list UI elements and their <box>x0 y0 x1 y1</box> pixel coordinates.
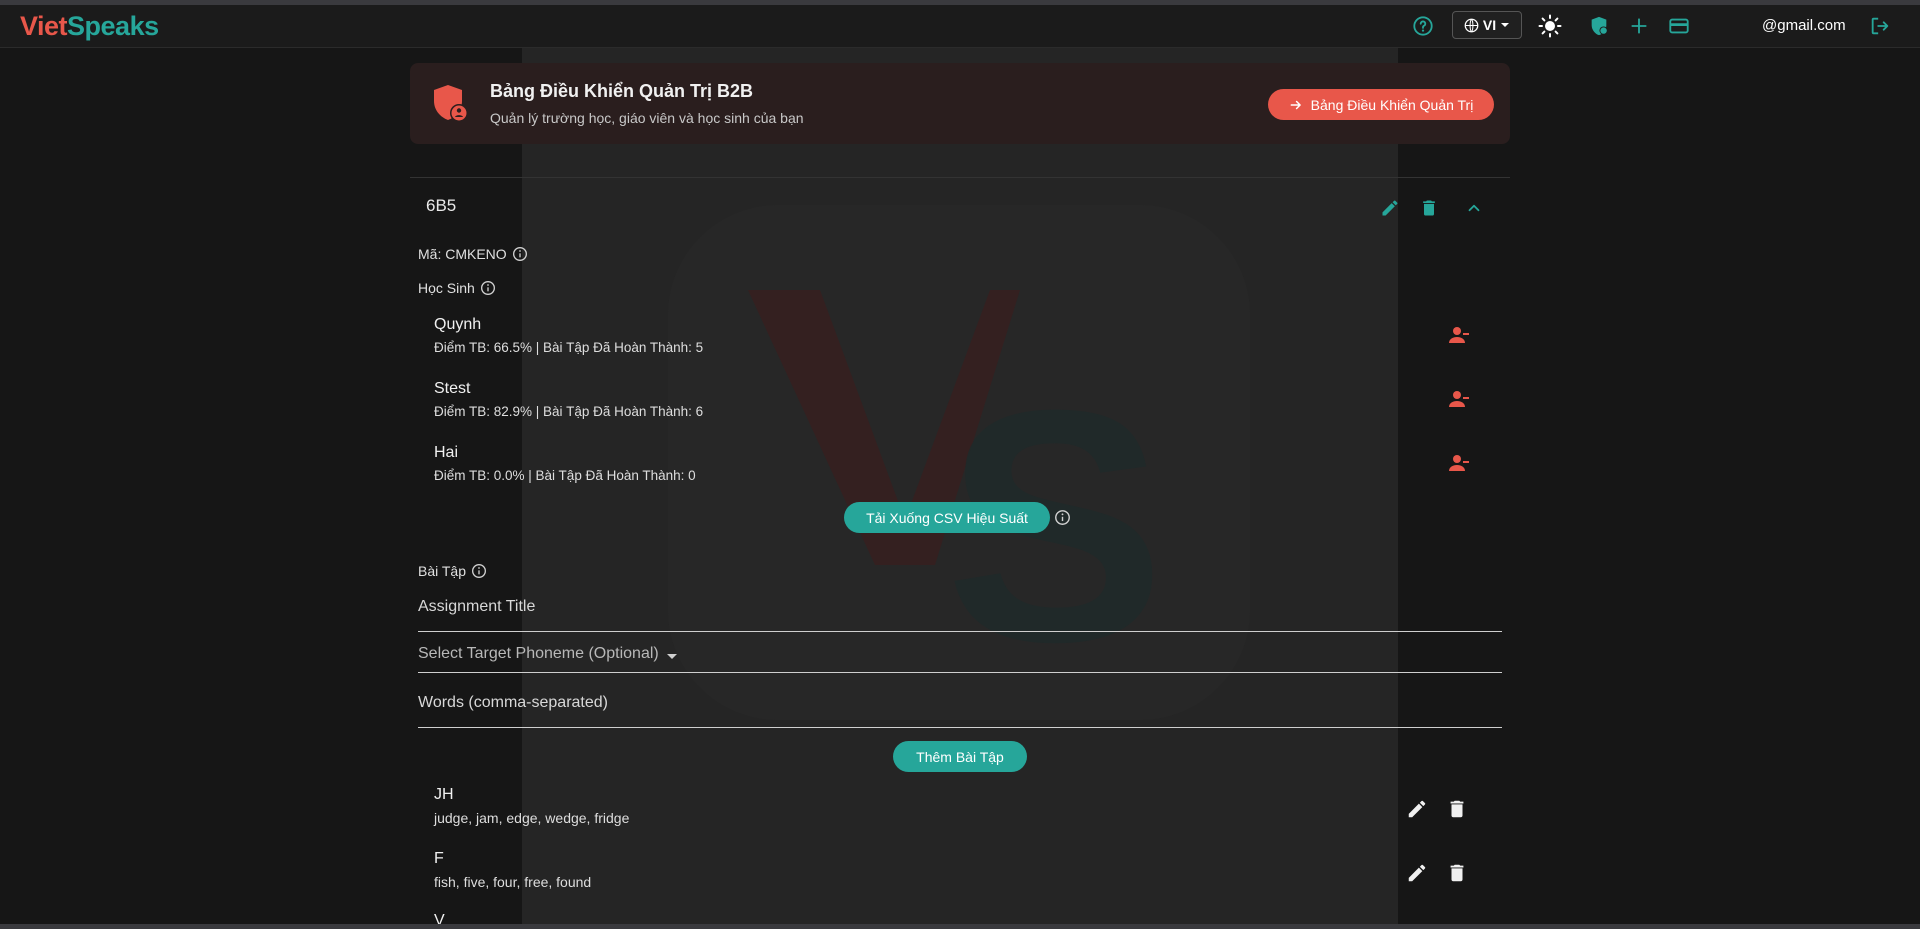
students-heading: Học Sinh <box>418 280 496 296</box>
download-csv-label: Tải Xuống CSV Hiệu Suất <box>866 509 1028 526</box>
target-phoneme-select[interactable]: Select Target Phoneme (Optional) <box>418 641 1502 673</box>
assignment-title-field[interactable]: Assignment Title <box>418 590 1502 632</box>
add-assignment-label: Thêm Bài Tập <box>916 748 1004 765</box>
student-name: Stest <box>434 380 471 397</box>
students-label: Học Sinh <box>418 280 475 296</box>
assignments-label: Bài Tập <box>418 563 466 579</box>
divider <box>410 177 1510 178</box>
assignment-words: judge, jam, edge, wedge, fridge <box>434 810 630 826</box>
assignment-words: fish, five, four, free, found <box>434 874 592 890</box>
class-code-label: Mã: CMKENO <box>418 246 507 262</box>
add-assignment-button[interactable]: Thêm Bài Tập <box>893 741 1027 772</box>
remove-student-icon[interactable] <box>1446 450 1472 476</box>
top-navbar: VietSpeaks VI @gmail.com <box>0 5 1920 48</box>
edit-assignment-icon[interactable] <box>1404 796 1430 822</box>
admin-shield-icon <box>430 83 470 130</box>
class-name[interactable]: 6B5 <box>426 196 456 216</box>
target-phoneme-placeholder: Select Target Phoneme (Optional) <box>418 645 659 662</box>
window-bottom-strip <box>0 924 1920 929</box>
sun-icon[interactable] <box>1538 14 1562 38</box>
help-icon[interactable] <box>1411 14 1435 38</box>
delete-class-icon[interactable] <box>1417 196 1441 220</box>
words-placeholder: Words (comma-separated) <box>418 694 608 711</box>
student-stats: Điểm TB: 0.0% | Bài Tập Đã Hoàn Thành: 0 <box>434 468 696 483</box>
student-name: Quynh <box>434 316 482 333</box>
student-stats: Điểm TB: 66.5% | Bài Tập Đã Hoàn Thành: … <box>434 340 704 355</box>
logo[interactable]: VietSpeaks <box>20 11 159 42</box>
words-field[interactable]: Words (comma-separated) <box>418 685 1502 728</box>
credit-card-icon[interactable] <box>1667 14 1691 38</box>
student-stats: Điểm TB: 82.9% | Bài Tập Đã Hoàn Thành: … <box>434 404 704 419</box>
arrow-right-icon <box>1290 100 1301 109</box>
assignment-row: V <box>434 912 1494 924</box>
delete-assignment-icon[interactable] <box>1444 860 1470 886</box>
chevron-down-icon <box>1501 23 1510 27</box>
logout-icon[interactable] <box>1868 14 1892 38</box>
language-selector[interactable]: VI <box>1452 11 1522 39</box>
language-label: VI <box>1482 17 1497 33</box>
admin-shield-icon[interactable] <box>1587 14 1611 38</box>
banner-title: Bảng Điều Khiển Quản Trị B2B <box>490 81 754 101</box>
edit-assignment-icon[interactable] <box>1404 860 1430 886</box>
student-row: Hai Điểm TB: 0.0% | Bài Tập Đã Hoàn Thàn… <box>434 444 1494 502</box>
student-row: Quynh Điểm TB: 66.5% | Bài Tập Đã Hoàn T… <box>434 316 1494 374</box>
globe-icon <box>1464 18 1479 32</box>
student-name: Hai <box>434 444 459 461</box>
admin-dashboard-button-label: Bảng Điều Khiển Quản Trị <box>1310 96 1474 113</box>
assignment-title: V <box>434 912 445 924</box>
info-icon[interactable] <box>471 563 487 579</box>
logo-viet: Viet <box>20 11 68 41</box>
banner-subtitle: Quản lý trường học, giáo viên và học sin… <box>490 110 804 126</box>
class-code: Mã: CMKENO <box>418 246 528 262</box>
user-email[interactable]: @gmail.com <box>1762 17 1846 34</box>
dropdown-arrow-icon <box>667 654 677 659</box>
download-csv-button[interactable]: Tải Xuống CSV Hiệu Suất <box>844 502 1050 533</box>
admin-dashboard-button[interactable]: Bảng Điều Khiển Quản Trị <box>1268 89 1494 120</box>
assignment-title: F <box>434 850 444 867</box>
edit-class-icon[interactable] <box>1378 196 1402 220</box>
plus-icon[interactable] <box>1627 14 1651 38</box>
assignment-title: JH <box>434 786 454 803</box>
assignments-heading: Bài Tập <box>418 563 487 579</box>
delete-assignment-icon[interactable] <box>1444 796 1470 822</box>
remove-student-icon[interactable] <box>1446 322 1472 348</box>
assignment-title-placeholder: Assignment Title <box>418 598 536 615</box>
logo-speaks: Speaks <box>67 11 159 41</box>
remove-student-icon[interactable] <box>1446 386 1472 412</box>
student-row: Stest Điểm TB: 82.9% | Bài Tập Đã Hoàn T… <box>434 380 1494 438</box>
info-icon[interactable] <box>480 280 496 296</box>
info-icon[interactable] <box>512 246 528 262</box>
admin-dashboard-banner: Bảng Điều Khiển Quản Trị B2B Quản lý trư… <box>410 63 1510 144</box>
collapse-chevron-up-icon[interactable] <box>1462 196 1486 220</box>
assignment-row: JH judge, jam, edge, wedge, fridge <box>434 786 1494 844</box>
info-icon[interactable] <box>1054 509 1071 526</box>
assignment-row: F fish, five, four, free, found <box>434 850 1494 908</box>
